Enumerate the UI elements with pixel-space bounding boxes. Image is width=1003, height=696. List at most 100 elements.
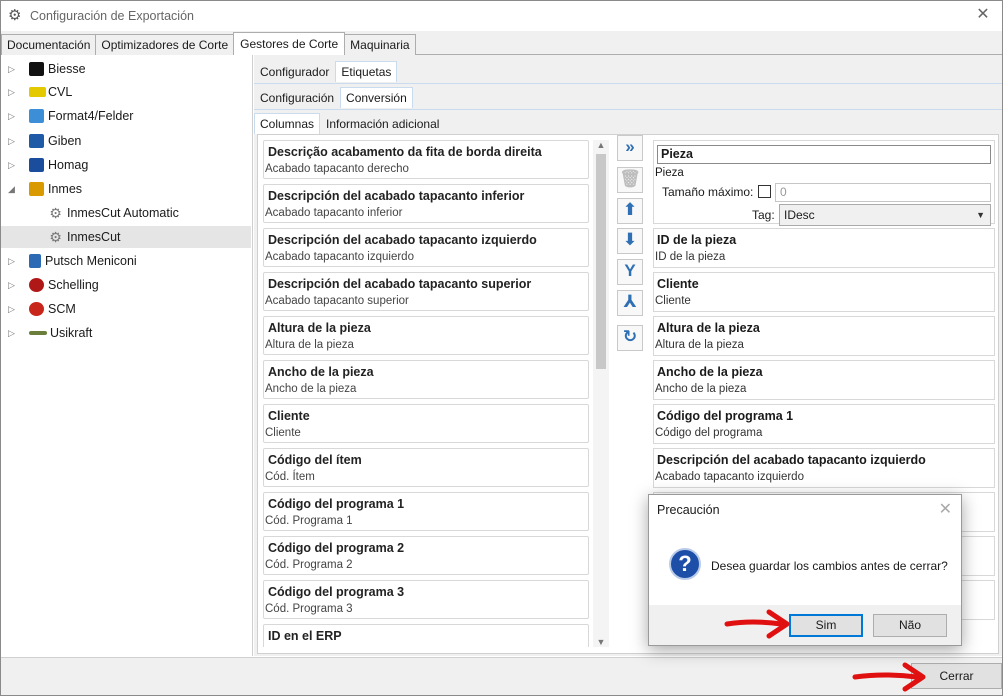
scm-logo-icon xyxy=(29,302,44,316)
field-title: Altura de la pieza xyxy=(268,321,371,335)
tab-configurador[interactable]: Configurador xyxy=(254,61,335,82)
list-item[interactable]: Cliente Cliente xyxy=(653,272,995,312)
tree-item-inmescut-automatic[interactable]: ▷ ⚙ InmesCut Automatic xyxy=(1,202,251,224)
field-title: Código del programa 2 xyxy=(268,541,405,555)
tree-item-inmescut[interactable]: ▷ ⚙ InmesCut xyxy=(1,226,251,248)
tree-item-biesse[interactable]: ▷ Biesse xyxy=(1,58,251,80)
tab-documentacion[interactable]: Documentación xyxy=(1,34,97,55)
field-name-input[interactable]: Pieza xyxy=(657,145,991,164)
expand-icon[interactable]: ▷ xyxy=(8,280,18,291)
list-item[interactable]: Descripción del acabado tapacanto superi… xyxy=(263,272,589,311)
expand-icon[interactable]: ▷ xyxy=(8,328,18,339)
window-title: Configuración de Exportación xyxy=(30,9,194,23)
tab-gestores[interactable]: Gestores de Corte xyxy=(233,32,346,55)
field-title: Código del programa 1 xyxy=(268,497,405,511)
list-item[interactable]: Altura de la pieza Altura de la pieza xyxy=(263,316,589,355)
move-up-button[interactable]: ⬆ xyxy=(617,198,643,224)
no-button[interactable]: Não xyxy=(873,614,947,637)
move-down-button[interactable]: ⬇ xyxy=(617,228,643,254)
expand-icon[interactable]: ▷ xyxy=(8,87,18,98)
tab-configuracion[interactable]: Configuración xyxy=(254,87,340,108)
divider xyxy=(1,657,1002,658)
expand-icon[interactable]: ▷ xyxy=(8,160,18,171)
cog-icon: ⚙ xyxy=(49,229,62,245)
add-all-button[interactable]: » xyxy=(617,135,643,161)
list-item[interactable]: Código del ítem Cód. Ítem xyxy=(263,448,589,487)
tree-item-putsch[interactable]: ▷ Putsch Meniconi xyxy=(1,250,251,272)
tab-columnas[interactable]: Columnas xyxy=(254,113,321,134)
field-editor: Pieza Pieza Tamaño máximo: 0 Tag: IDesc … xyxy=(653,140,995,226)
close-icon[interactable]: ✕ xyxy=(939,499,952,519)
refresh-button[interactable]: ↻ xyxy=(617,325,643,351)
chevron-up-icon[interactable]: ▲ xyxy=(593,140,609,150)
list-item[interactable]: Ancho de la pieza Ancho de la pieza xyxy=(653,360,995,400)
list-item[interactable]: ID en el ERP xyxy=(263,624,589,647)
expand-icon[interactable]: ▷ xyxy=(8,256,18,267)
expand-icon[interactable]: ▷ xyxy=(8,136,18,147)
list-item[interactable]: ID de la pieza ID de la pieza xyxy=(653,228,995,268)
close-icon[interactable]: ✕ xyxy=(972,5,994,27)
list-item[interactable]: Código del programa 2 Cód. Programa 2 xyxy=(263,536,589,575)
yes-button[interactable]: Sim xyxy=(789,614,863,637)
list-item[interactable]: Descripción del acabado tapacanto inferi… xyxy=(263,184,589,223)
delete-button[interactable]: 🗑 xyxy=(617,167,643,193)
list-item[interactable]: Cliente Cliente xyxy=(263,404,589,443)
list-item[interactable]: Altura de la pieza Altura de la pieza xyxy=(653,316,995,356)
available-fields-list[interactable]: Descrição acabamento da fita de borda di… xyxy=(263,140,589,647)
usikraft-logo-icon xyxy=(29,331,47,335)
list-scrollbar[interactable]: ▲ ▼ xyxy=(593,140,609,647)
tag-select[interactable]: IDesc ▼ xyxy=(779,204,991,226)
max-size-input[interactable]: 0 xyxy=(775,183,991,202)
field-subtitle: Acabado tapacanto izquierdo xyxy=(265,251,414,263)
divider xyxy=(254,83,1002,84)
expand-icon[interactable]: ▷ xyxy=(8,64,18,75)
scroll-thumb[interactable] xyxy=(596,154,606,369)
field-title: Cliente xyxy=(268,409,310,423)
tree-item-cvl[interactable]: ▷ CVL xyxy=(1,81,251,103)
tab-informacion-adicional[interactable]: Información adicional xyxy=(320,113,445,134)
tree-item-scm[interactable]: ▷ SCM xyxy=(1,298,251,320)
field-subtitle: Cód. Programa 1 xyxy=(265,515,353,527)
tree-item-usikraft[interactable]: ▷ Usikraft xyxy=(1,322,251,344)
field-title: Descripción del acabado tapacanto superi… xyxy=(268,277,532,291)
tab-optimizadores[interactable]: Optimizadores de Corte xyxy=(95,34,235,55)
list-item[interactable]: Código del programa 1 Cód. Programa 1 xyxy=(263,492,589,531)
trash-icon: 🗑 xyxy=(619,169,641,188)
tree-item-inmes[interactable]: ◢ Inmes xyxy=(1,178,251,200)
split-button[interactable]: ⅄ xyxy=(617,290,643,316)
tab-conversion[interactable]: Conversión xyxy=(340,87,413,108)
list-item[interactable]: Código del programa 3 Cód. Programa 3 xyxy=(263,580,589,619)
list-item[interactable]: Descripción del acabado tapacanto izquie… xyxy=(653,448,995,488)
schelling-logo-icon xyxy=(29,278,44,292)
tab-maquinaria[interactable]: Maquinaria xyxy=(344,34,416,55)
tree-item-schelling[interactable]: ▷ Schelling xyxy=(1,274,251,296)
list-item[interactable]: Descripción del acabado tapacanto izquie… xyxy=(263,228,589,267)
list-item[interactable]: Descrição acabamento da fita de borda di… xyxy=(263,140,589,179)
tree-label: InmesCut Automatic xyxy=(67,206,179,220)
field-subtitle: Altura de la pieza xyxy=(655,339,744,351)
field-subtitle: Ancho de la pieza xyxy=(265,383,357,395)
question-icon: ? xyxy=(669,548,701,580)
cvl-logo-icon xyxy=(29,87,46,97)
merge-button[interactable]: Y xyxy=(617,259,643,285)
tab-etiquetas[interactable]: Etiquetas xyxy=(335,61,398,82)
cog-icon: ⚙ xyxy=(49,205,62,221)
expand-icon[interactable]: ▷ xyxy=(8,111,18,122)
double-chevron-right-icon: » xyxy=(625,137,635,156)
tree-item-format4[interactable]: ▷ Format4/Felder xyxy=(1,105,251,127)
chevron-down-icon[interactable]: ▼ xyxy=(593,637,609,647)
field-subtitle: Ancho de la pieza xyxy=(655,383,747,395)
max-size-checkbox[interactable] xyxy=(758,185,771,198)
expand-icon[interactable]: ▷ xyxy=(8,304,18,315)
field-title: Descrição acabamento da fita de borda di… xyxy=(268,145,542,159)
list-item[interactable]: Ancho de la pieza Ancho de la pieza xyxy=(263,360,589,399)
tree-item-homag[interactable]: ▷ Homag xyxy=(1,154,251,176)
tree-item-giben[interactable]: ▷ Giben xyxy=(1,130,251,152)
collapse-icon[interactable]: ◢ xyxy=(8,184,18,195)
field-title: Descripción del acabado tapacanto inferi… xyxy=(268,189,525,203)
field-title: Cliente xyxy=(657,277,699,291)
field-subtitle: Cliente xyxy=(265,427,301,439)
tree-label: InmesCut xyxy=(67,230,121,244)
tree-label: Schelling xyxy=(48,278,99,292)
list-item[interactable]: Código del programa 1 Código del programa xyxy=(653,404,995,444)
